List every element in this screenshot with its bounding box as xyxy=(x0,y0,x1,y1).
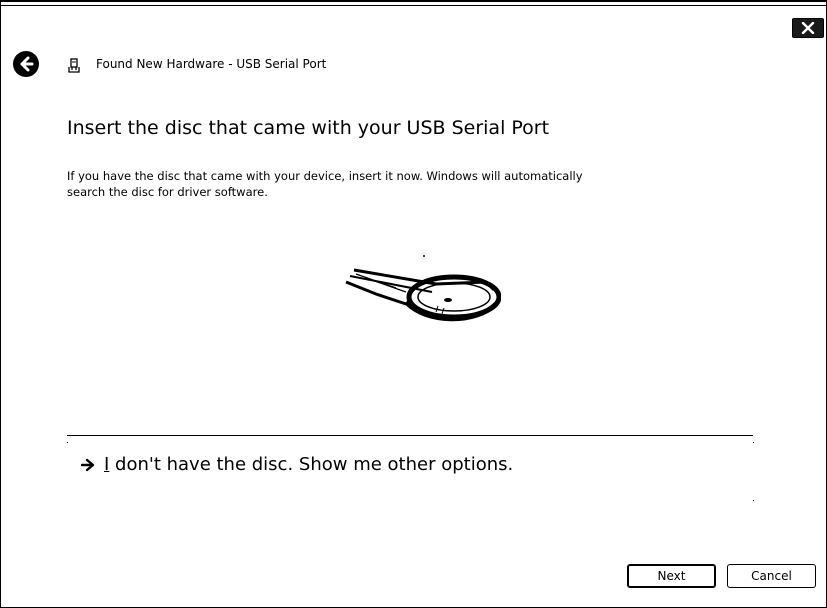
next-button[interactable]: Next xyxy=(627,564,716,588)
back-button[interactable] xyxy=(13,51,39,77)
main-heading: Insert the disc that came with your USB … xyxy=(67,117,550,139)
right-arrow-icon xyxy=(81,458,95,471)
close-button[interactable] xyxy=(792,18,824,38)
no-disc-option-link[interactable]: I don't have the disc. Show me other opt… xyxy=(81,454,513,475)
cancel-button[interactable]: Cancel xyxy=(727,564,816,588)
usb-hardware-icon xyxy=(68,58,80,73)
title-bar-edge xyxy=(1,5,826,6)
window-title: Found New Hardware - USB Serial Port xyxy=(96,57,327,71)
divider-dot xyxy=(753,442,754,443)
divider-dot xyxy=(67,442,68,443)
description-line-2: search the disc for driver software. xyxy=(67,185,268,199)
description-line-1: If you have the disc that came with your… xyxy=(67,169,583,183)
dialog-window: Found New Hardware - USB Serial Port Ins… xyxy=(0,0,827,608)
back-arrow-icon xyxy=(20,56,34,72)
disc-drive-illustration xyxy=(345,255,501,322)
close-icon xyxy=(801,22,815,34)
divider-dot xyxy=(753,500,754,501)
description-text: If you have the disc that came with your… xyxy=(67,168,757,200)
no-disc-option-label: I don't have the disc. Show me other opt… xyxy=(104,454,513,475)
option-label-text: don't have the disc. Show me other optio… xyxy=(109,454,514,475)
section-divider xyxy=(67,435,753,436)
